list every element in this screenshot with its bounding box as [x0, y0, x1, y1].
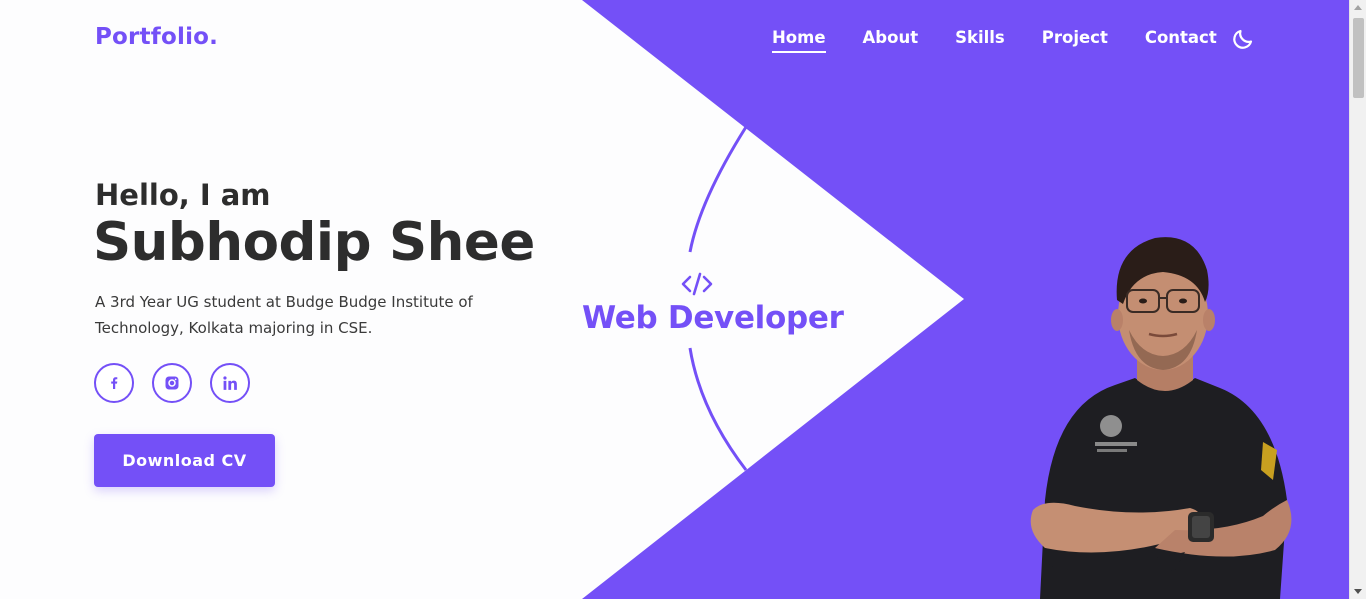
arc-bottom [688, 347, 748, 471]
facebook-link[interactable] [94, 363, 134, 403]
main-nav: Home About Skills Project Contact [772, 28, 1217, 53]
hero-name: Subhodip Shee [93, 212, 535, 273]
arc-top [688, 126, 748, 253]
instagram-link[interactable] [152, 363, 192, 403]
page: Portfolio. Home About Skills Project Con… [0, 0, 1349, 599]
role-title: Web Developer [582, 300, 844, 336]
social-links [94, 363, 250, 403]
greeting: Hello, I am [95, 178, 271, 212]
download-cv-button[interactable]: Download CV [94, 434, 275, 487]
nav-project[interactable]: Project [1042, 28, 1108, 53]
profile-photo [1030, 237, 1292, 599]
nav-skills[interactable]: Skills [955, 28, 1005, 53]
moon-icon[interactable] [1231, 27, 1255, 51]
linkedin-link[interactable] [210, 363, 250, 403]
nav-about[interactable]: About [863, 28, 919, 53]
page-scrollbar[interactable] [1349, 0, 1366, 599]
linkedin-icon [222, 375, 237, 390]
scrollbar-thumb[interactable] [1353, 18, 1364, 98]
instagram-icon [165, 376, 179, 390]
nav-home[interactable]: Home [772, 28, 826, 53]
logo[interactable]: Portfolio. [95, 24, 218, 50]
scroll-up-arrow-icon[interactable] [1354, 5, 1362, 10]
hero-bio: A 3rd Year UG student at Budge Budge Ins… [95, 293, 473, 337]
nav-contact[interactable]: Contact [1145, 28, 1217, 53]
facebook-icon [111, 377, 118, 389]
code-icon [681, 272, 713, 296]
scroll-down-arrow-icon[interactable] [1354, 589, 1362, 594]
